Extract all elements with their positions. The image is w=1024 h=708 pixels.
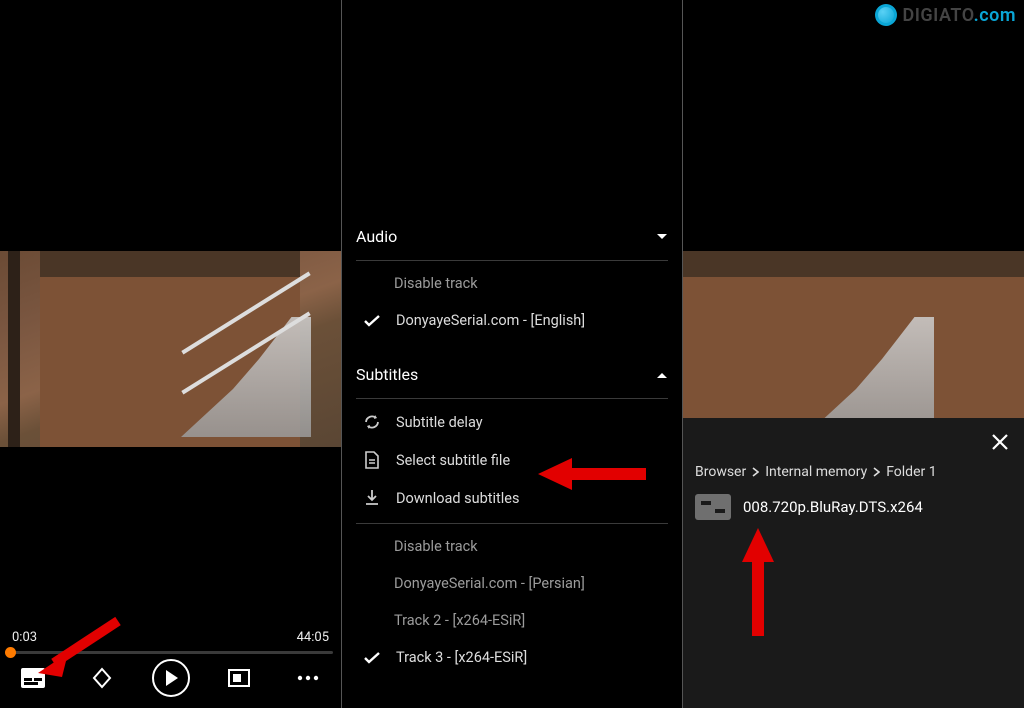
subtitles-section-header[interactable]: Subtitles [356,353,668,394]
subtitle-track-1[interactable]: Track 2 - [x264-ESiR] [356,602,668,639]
check-icon [362,315,382,327]
tracks-menu-panel: Audio Disable track DonyayeSerial.com - … [342,0,682,708]
close-icon [990,432,1010,452]
divider [341,0,342,708]
subtitle-disable-track[interactable]: Disable track [356,528,668,565]
check-icon [362,652,382,664]
file-browser-panel: DIGIATO.com Browser Internal memory Fold… [683,0,1024,708]
time-display: 0:03 44:05 [0,630,341,645]
progress-bar[interactable] [8,651,333,654]
video-frame[interactable] [0,251,341,447]
rotate-button[interactable] [79,656,125,700]
player-controls [0,656,341,700]
file-name: 008.720p.BluRay.DTS.x264 [743,498,923,516]
file-browser: Browser Internal memory Folder 1 008.720… [683,418,1024,708]
audio-track-selected[interactable]: DonyayeSerial.com - [English] [356,302,668,339]
player-panel: 0:03 44:05 [0,0,341,708]
rotate-icon [90,666,114,690]
chevron-right-icon [873,467,880,477]
play-button[interactable] [148,656,194,700]
divider [682,0,683,708]
more-button[interactable] [285,656,331,700]
subtitle-icon [20,667,46,689]
breadcrumb[interactable]: Browser Internal memory Folder 1 [695,464,1012,480]
subtitles-section-title: Subtitles [356,365,418,384]
chevron-up-icon [656,371,668,379]
file-item[interactable]: 008.720p.BluRay.DTS.x264 [695,494,1012,520]
sync-icon [362,413,382,431]
aspect-button[interactable] [216,656,262,700]
watermark: DIGIATO.com [875,4,1017,26]
subtitle-delay[interactable]: Subtitle delay [356,403,668,441]
download-subtitles[interactable]: Download subtitles [356,479,668,517]
chevron-down-icon [656,233,668,241]
chevron-right-icon [752,467,759,477]
subtitle-file-icon [695,494,731,520]
download-icon [362,489,382,507]
audio-section-title: Audio [356,227,397,246]
play-icon [164,670,178,686]
current-time: 0:03 [12,630,37,645]
more-icon [297,675,319,681]
subtitle-button[interactable] [10,656,56,700]
audio-disable-track[interactable]: Disable track [356,265,668,302]
file-icon [362,451,382,469]
close-button[interactable] [990,432,1010,452]
select-subtitle-file[interactable]: Select subtitle file [356,441,668,479]
audio-section-header[interactable]: Audio [356,215,668,256]
subtitle-track-2-selected[interactable]: Track 3 - [x264-ESiR] [356,639,668,676]
logo-icon [875,4,897,26]
subtitle-track-0[interactable]: DonyayeSerial.com - [Persian] [356,565,668,602]
aspect-icon [227,668,251,688]
total-time: 44:05 [297,630,329,645]
